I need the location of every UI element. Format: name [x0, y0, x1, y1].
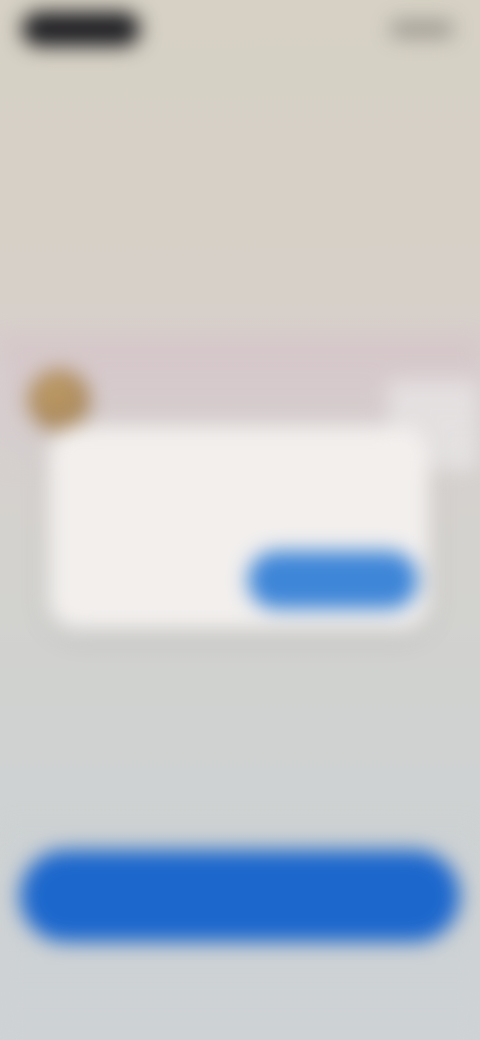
primary-action-button[interactable]	[20, 850, 460, 942]
screen	[0, 0, 480, 1040]
status-bar-icons	[390, 20, 454, 38]
dialog-cancel-button[interactable]	[78, 551, 248, 609]
blurred-content	[0, 0, 480, 1040]
status-bar-time	[22, 12, 140, 46]
avatar-icon	[28, 369, 90, 431]
confirmation-dialog	[48, 425, 430, 630]
dialog-confirm-button[interactable]	[248, 551, 418, 609]
